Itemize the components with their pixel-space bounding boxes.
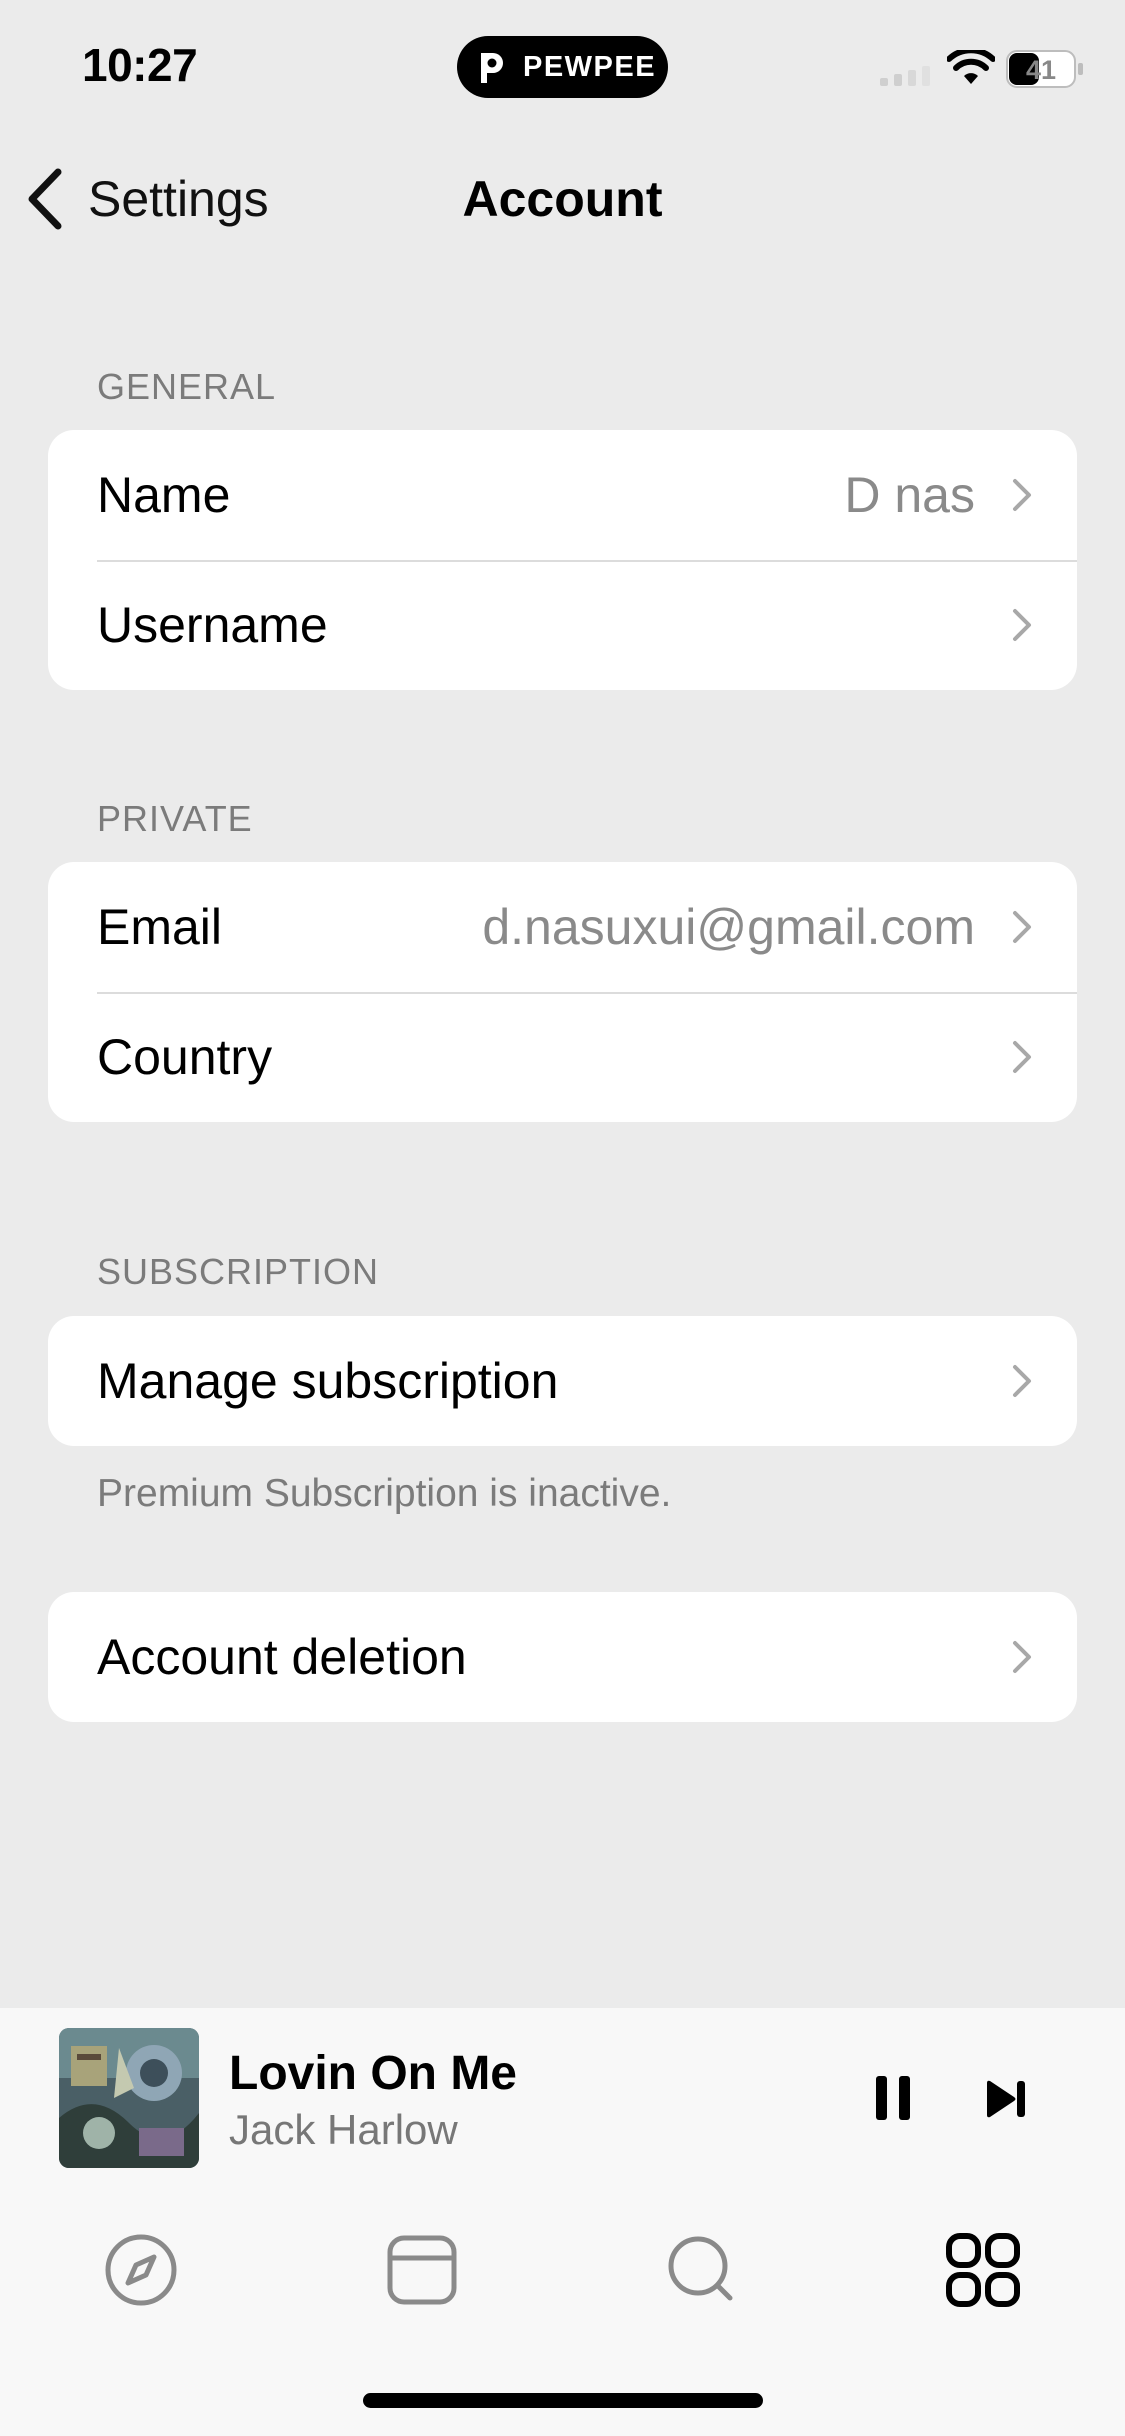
section-header-private: PRIVATE — [97, 798, 253, 839]
pewpee-logo-icon — [481, 53, 503, 83]
chevron-right-icon — [1013, 1041, 1031, 1073]
next-track-button[interactable] — [984, 2078, 1028, 2120]
deletion-card: Account deletion — [48, 1592, 1077, 1722]
bottom-area: Lovin On Me Jack Harlow — [0, 2008, 1125, 2436]
tab-bar — [0, 2208, 1125, 2338]
email-label: Email — [97, 899, 223, 955]
status-bar: 10:27 PEWPEE 41 — [0, 0, 1125, 135]
chevron-right-icon — [1013, 609, 1031, 641]
name-label: Name — [97, 467, 231, 523]
back-button[interactable]: Settings — [24, 164, 269, 234]
back-label: Settings — [88, 171, 269, 227]
manage-subscription-label: Manage subscription — [97, 1353, 559, 1409]
battery-level: 41 — [1026, 55, 1056, 85]
pewpee-label: PEWPEE — [523, 51, 657, 83]
name-value: D nas — [844, 467, 975, 523]
library-icon[interactable] — [380, 2228, 464, 2312]
username-row[interactable]: Username — [48, 560, 1077, 690]
country-label: Country — [97, 1029, 273, 1085]
manage-subscription-row[interactable]: Manage subscription — [48, 1316, 1077, 1446]
chevron-right-icon — [1013, 479, 1031, 511]
track-title: Lovin On Me — [229, 2047, 517, 2100]
general-card: Name D nas Username — [48, 430, 1077, 690]
mini-player[interactable]: Lovin On Me Jack Harlow — [0, 2008, 1125, 2188]
email-row[interactable]: Email d.nasuxui@gmail.com — [48, 862, 1077, 992]
section-header-general: GENERAL — [97, 366, 277, 407]
account-deletion-row[interactable]: Account deletion — [48, 1592, 1077, 1722]
username-label: Username — [97, 597, 328, 653]
nav-bar: Account Settings — [0, 150, 1125, 250]
compass-icon[interactable] — [99, 2228, 183, 2312]
name-row[interactable]: Name D nas — [48, 430, 1077, 560]
wifi-icon — [947, 50, 995, 84]
section-header-subscription: SUBSCRIPTION — [97, 1251, 380, 1292]
subscription-card: Manage subscription — [48, 1316, 1077, 1446]
email-value: d.nasuxui@gmail.com — [482, 899, 975, 955]
chevron-right-icon — [1013, 1365, 1031, 1397]
grid-icon[interactable] — [941, 2228, 1025, 2312]
status-time: 10:27 — [82, 39, 198, 91]
battery-icon: 41 — [1006, 50, 1083, 88]
home-indicator[interactable] — [363, 2393, 763, 2408]
track-artist: Jack Harlow — [229, 2106, 458, 2153]
chevron-right-icon — [1013, 1641, 1031, 1673]
album-art[interactable] — [59, 2028, 199, 2168]
account-deletion-label: Account deletion — [97, 1629, 467, 1685]
cellular-signal-icon — [880, 66, 930, 86]
country-row[interactable]: Country — [48, 992, 1077, 1122]
chevron-left-icon — [28, 168, 62, 230]
private-card: Email d.nasuxui@gmail.com Country — [48, 862, 1077, 1122]
pewpee-pill[interactable]: PEWPEE — [457, 36, 668, 98]
subscription-status-note: Premium Subscription is inactive. — [97, 1472, 672, 1515]
pause-button[interactable] — [870, 2072, 916, 2124]
search-icon[interactable] — [660, 2228, 744, 2312]
chevron-right-icon — [1013, 911, 1031, 943]
